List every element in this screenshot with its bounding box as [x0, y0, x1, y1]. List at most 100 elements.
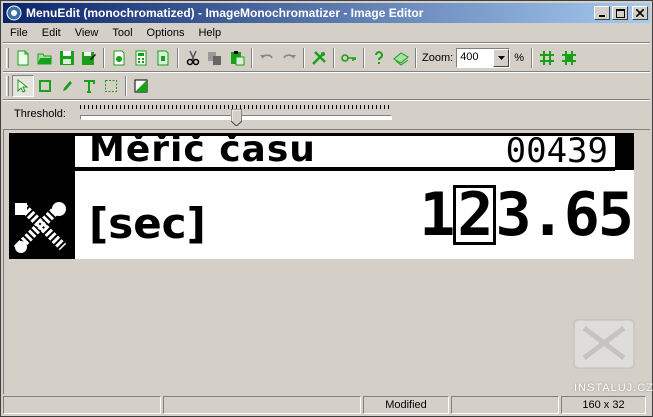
invert-icon [134, 79, 148, 93]
chevron-down-icon [497, 56, 505, 60]
status-modified: Modified [363, 396, 449, 414]
toolbar-separator [251, 48, 253, 68]
threshold-row: Threshold: [3, 102, 650, 128]
image-counter-text: 00439 [505, 133, 608, 171]
rectangle-tool-button[interactable] [34, 75, 56, 97]
window-title: MenuEdit (monochromatized) - ImageMonoch… [26, 6, 424, 20]
image-value-after: 3.65 [495, 180, 634, 250]
threshold-label: Threshold: [14, 108, 66, 120]
export-button[interactable] [152, 47, 174, 69]
copy-button[interactable] [204, 47, 226, 69]
undo-icon [260, 54, 273, 59]
threshold-slider-thumb[interactable] [231, 109, 242, 126]
text-tool-button[interactable] [78, 75, 100, 97]
canvas-area[interactable]: Měřič času 00439 [sec] 123.65 INSTALUJ.C… [3, 129, 653, 394]
menu-edit[interactable]: Edit [35, 24, 68, 42]
app-icon [6, 5, 22, 21]
minimize-icon [599, 15, 605, 17]
pixel-grid-icon [561, 51, 576, 65]
new-button[interactable] [12, 47, 34, 69]
status-cell-1 [3, 396, 161, 414]
paste-icon [231, 51, 245, 66]
tools-logo-icon [13, 202, 67, 253]
toolbar-separator [303, 48, 305, 68]
close-button[interactable] [632, 6, 648, 20]
save-as-button[interactable] [78, 47, 100, 69]
menu-options[interactable]: Options [140, 24, 192, 42]
toolbar-separator [125, 76, 127, 96]
image-value-text: 123.65 [419, 185, 634, 245]
about-button[interactable] [390, 47, 412, 69]
watermark-logo [573, 319, 635, 369]
redo-button[interactable] [278, 47, 300, 69]
calculator-icon [135, 50, 147, 66]
status-bar: Modified 160 x 32 [3, 396, 650, 415]
open-folder-icon [37, 53, 52, 65]
title-bar[interactable]: MenuEdit (monochromatized) - ImageMonoch… [3, 3, 650, 23]
invert-button[interactable] [130, 75, 152, 97]
new-file-icon [17, 50, 29, 66]
text-icon [84, 80, 95, 93]
toolbar-grip[interactable] [6, 48, 9, 68]
tool-toolbar [3, 73, 650, 99]
toolbar-separator-h [3, 99, 650, 101]
zoom-value: 400 [460, 51, 479, 63]
zoom-percent: % [514, 52, 524, 64]
book-icon [393, 52, 409, 66]
save-disk-icon [60, 51, 74, 65]
maximize-button[interactable] [612, 6, 628, 20]
minimize-button[interactable] [594, 6, 610, 20]
image-value-before: 1 [419, 180, 455, 250]
page-button[interactable] [108, 47, 130, 69]
toolbar-separator [415, 48, 417, 68]
save-button[interactable] [56, 47, 78, 69]
key-button[interactable] [338, 47, 360, 69]
menu-help[interactable]: Help [191, 24, 228, 42]
image-value-cursor-digit[interactable]: 2 [453, 185, 496, 245]
zoom-dropdown-button[interactable] [493, 49, 510, 67]
toolbar-grip[interactable] [6, 76, 9, 96]
menu-tool[interactable]: Tool [105, 24, 139, 42]
app-window: MenuEdit (monochromatized) - ImageMonoch… [0, 0, 653, 417]
help-question-icon [375, 51, 383, 64]
menu-view[interactable]: View [68, 24, 106, 42]
image-unit-text: [sec] [89, 199, 206, 248]
help-button[interactable] [368, 47, 390, 69]
watermark-text: INSTALUJ.CZ [574, 382, 653, 394]
rectangle-icon [39, 80, 51, 92]
monochrome-image[interactable]: Měřič času 00439 [sec] 123.65 [9, 133, 634, 259]
select-tool-button[interactable] [12, 75, 34, 97]
toolbar-separator [177, 48, 179, 68]
status-cell-4 [451, 396, 559, 414]
pencil-icon [63, 81, 72, 91]
toolbar-separator [363, 48, 365, 68]
grid-button[interactable] [536, 47, 558, 69]
toolbar-separator [530, 48, 533, 68]
zoom-label: Zoom: [422, 52, 454, 64]
undo-button[interactable] [256, 47, 278, 69]
selection-tool-button[interactable] [100, 75, 122, 97]
open-button[interactable] [34, 47, 56, 69]
tools-button[interactable] [308, 47, 330, 69]
copy-icon [208, 52, 221, 65]
page-icon [113, 50, 125, 66]
menu-file[interactable]: File [3, 24, 35, 42]
redo-icon [283, 54, 296, 59]
cut-button[interactable] [182, 47, 204, 69]
image-black-corner [615, 133, 634, 170]
zoom-select[interactable]: 400 [456, 48, 511, 68]
tools-icon [312, 51, 326, 65]
export-icon [157, 50, 169, 66]
marquee-icon [105, 80, 117, 92]
calculator-button[interactable] [130, 47, 152, 69]
grid-alt-button[interactable] [558, 47, 580, 69]
maximize-icon [615, 8, 625, 18]
status-dimensions: 160 x 32 [561, 396, 646, 414]
close-icon [636, 9, 644, 17]
status-cell-2 [163, 396, 361, 414]
paste-button[interactable] [226, 47, 248, 69]
pencil-tool-button[interactable] [56, 75, 78, 97]
image-title-text: Měřič času [89, 133, 316, 170]
key-icon [341, 54, 356, 62]
menu-bar: File Edit View Tool Options Help [3, 24, 650, 42]
